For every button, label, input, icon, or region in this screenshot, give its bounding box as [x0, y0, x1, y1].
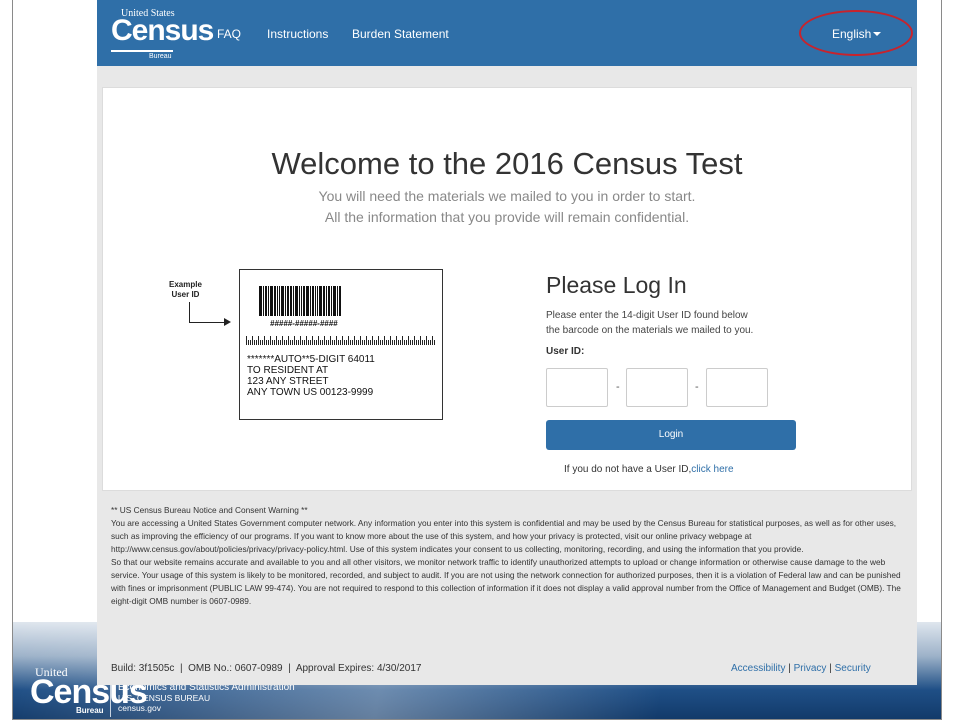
example-id-mask: #####-#####-####	[270, 319, 338, 328]
example-mailing-label: #####-#####-#### *******AUTO**5-DIGIT 64…	[239, 269, 443, 420]
login-panel: Welcome to the 2016 Census Test You will…	[102, 87, 912, 491]
user-id-field-1[interactable]	[546, 368, 608, 407]
notice-paragraph: So that our website remains accurate and…	[111, 557, 901, 606]
consent-notice: ** US Census Bureau Notice and Consent W…	[111, 504, 911, 608]
id-separator: -	[695, 381, 699, 393]
welcome-title: Welcome to the 2016 Census Test	[271, 146, 743, 181]
example-address: *******AUTO**5-DIGIT 64011 TO RESIDENT A…	[247, 354, 375, 398]
example-pointer-line	[189, 322, 227, 323]
census-logo[interactable]: United States Census Bureau	[109, 8, 214, 60]
slide-footer-divider	[110, 681, 111, 717]
nav-link-instructions[interactable]: Instructions	[267, 27, 328, 41]
top-navbar: United States Census Bureau FAQ Instruct…	[97, 0, 917, 66]
nav-link-burden-statement[interactable]: Burden Statement	[352, 27, 449, 41]
highlight-circle	[799, 10, 913, 56]
user-id-label: User ID:	[546, 346, 585, 357]
footer-links: Accessibility | Privacy | Security	[731, 663, 871, 674]
footer-link-privacy[interactable]: Privacy	[794, 663, 827, 674]
slide-footer-text: Economics and Statistics Administration …	[118, 682, 295, 714]
barcode-icon	[259, 286, 367, 316]
example-pointer-line	[189, 302, 190, 322]
no-user-id-text: If you do not have a User ID,click here	[564, 464, 734, 475]
id-separator: -	[616, 381, 620, 393]
user-id-field-2[interactable]	[626, 368, 688, 407]
slide-census-logo: United Census Bureau	[30, 665, 148, 715]
nav-link-faq[interactable]: FAQ	[217, 27, 241, 41]
postal-barcode-icon	[246, 336, 438, 345]
notice-paragraph: You are accessing a United States Govern…	[111, 518, 897, 554]
build-info: Build: 3f1505c | OMB No.: 0607-0989 | Ap…	[111, 663, 422, 674]
login-button[interactable]: Login	[546, 420, 796, 450]
browser-screenshot: United States Census Bureau FAQ Instruct…	[97, 0, 917, 685]
arrow-right-icon	[224, 318, 231, 326]
subtitle-confidential: All the information that you provide wil…	[324, 209, 690, 225]
login-title: Please Log In	[546, 272, 687, 298]
example-user-id-label: Example User ID	[169, 280, 202, 299]
click-here-link[interactable]: click here	[691, 464, 733, 475]
notice-heading: ** US Census Bureau Notice and Consent W…	[111, 505, 308, 515]
footer-link-accessibility[interactable]: Accessibility	[731, 663, 785, 674]
footer-link-security[interactable]: Security	[835, 663, 871, 674]
user-id-field-3[interactable]	[706, 368, 768, 407]
login-description: Please enter the 14-digit User ID found …	[546, 310, 754, 336]
subtitle-materials: You will need the materials we mailed to…	[318, 188, 696, 204]
